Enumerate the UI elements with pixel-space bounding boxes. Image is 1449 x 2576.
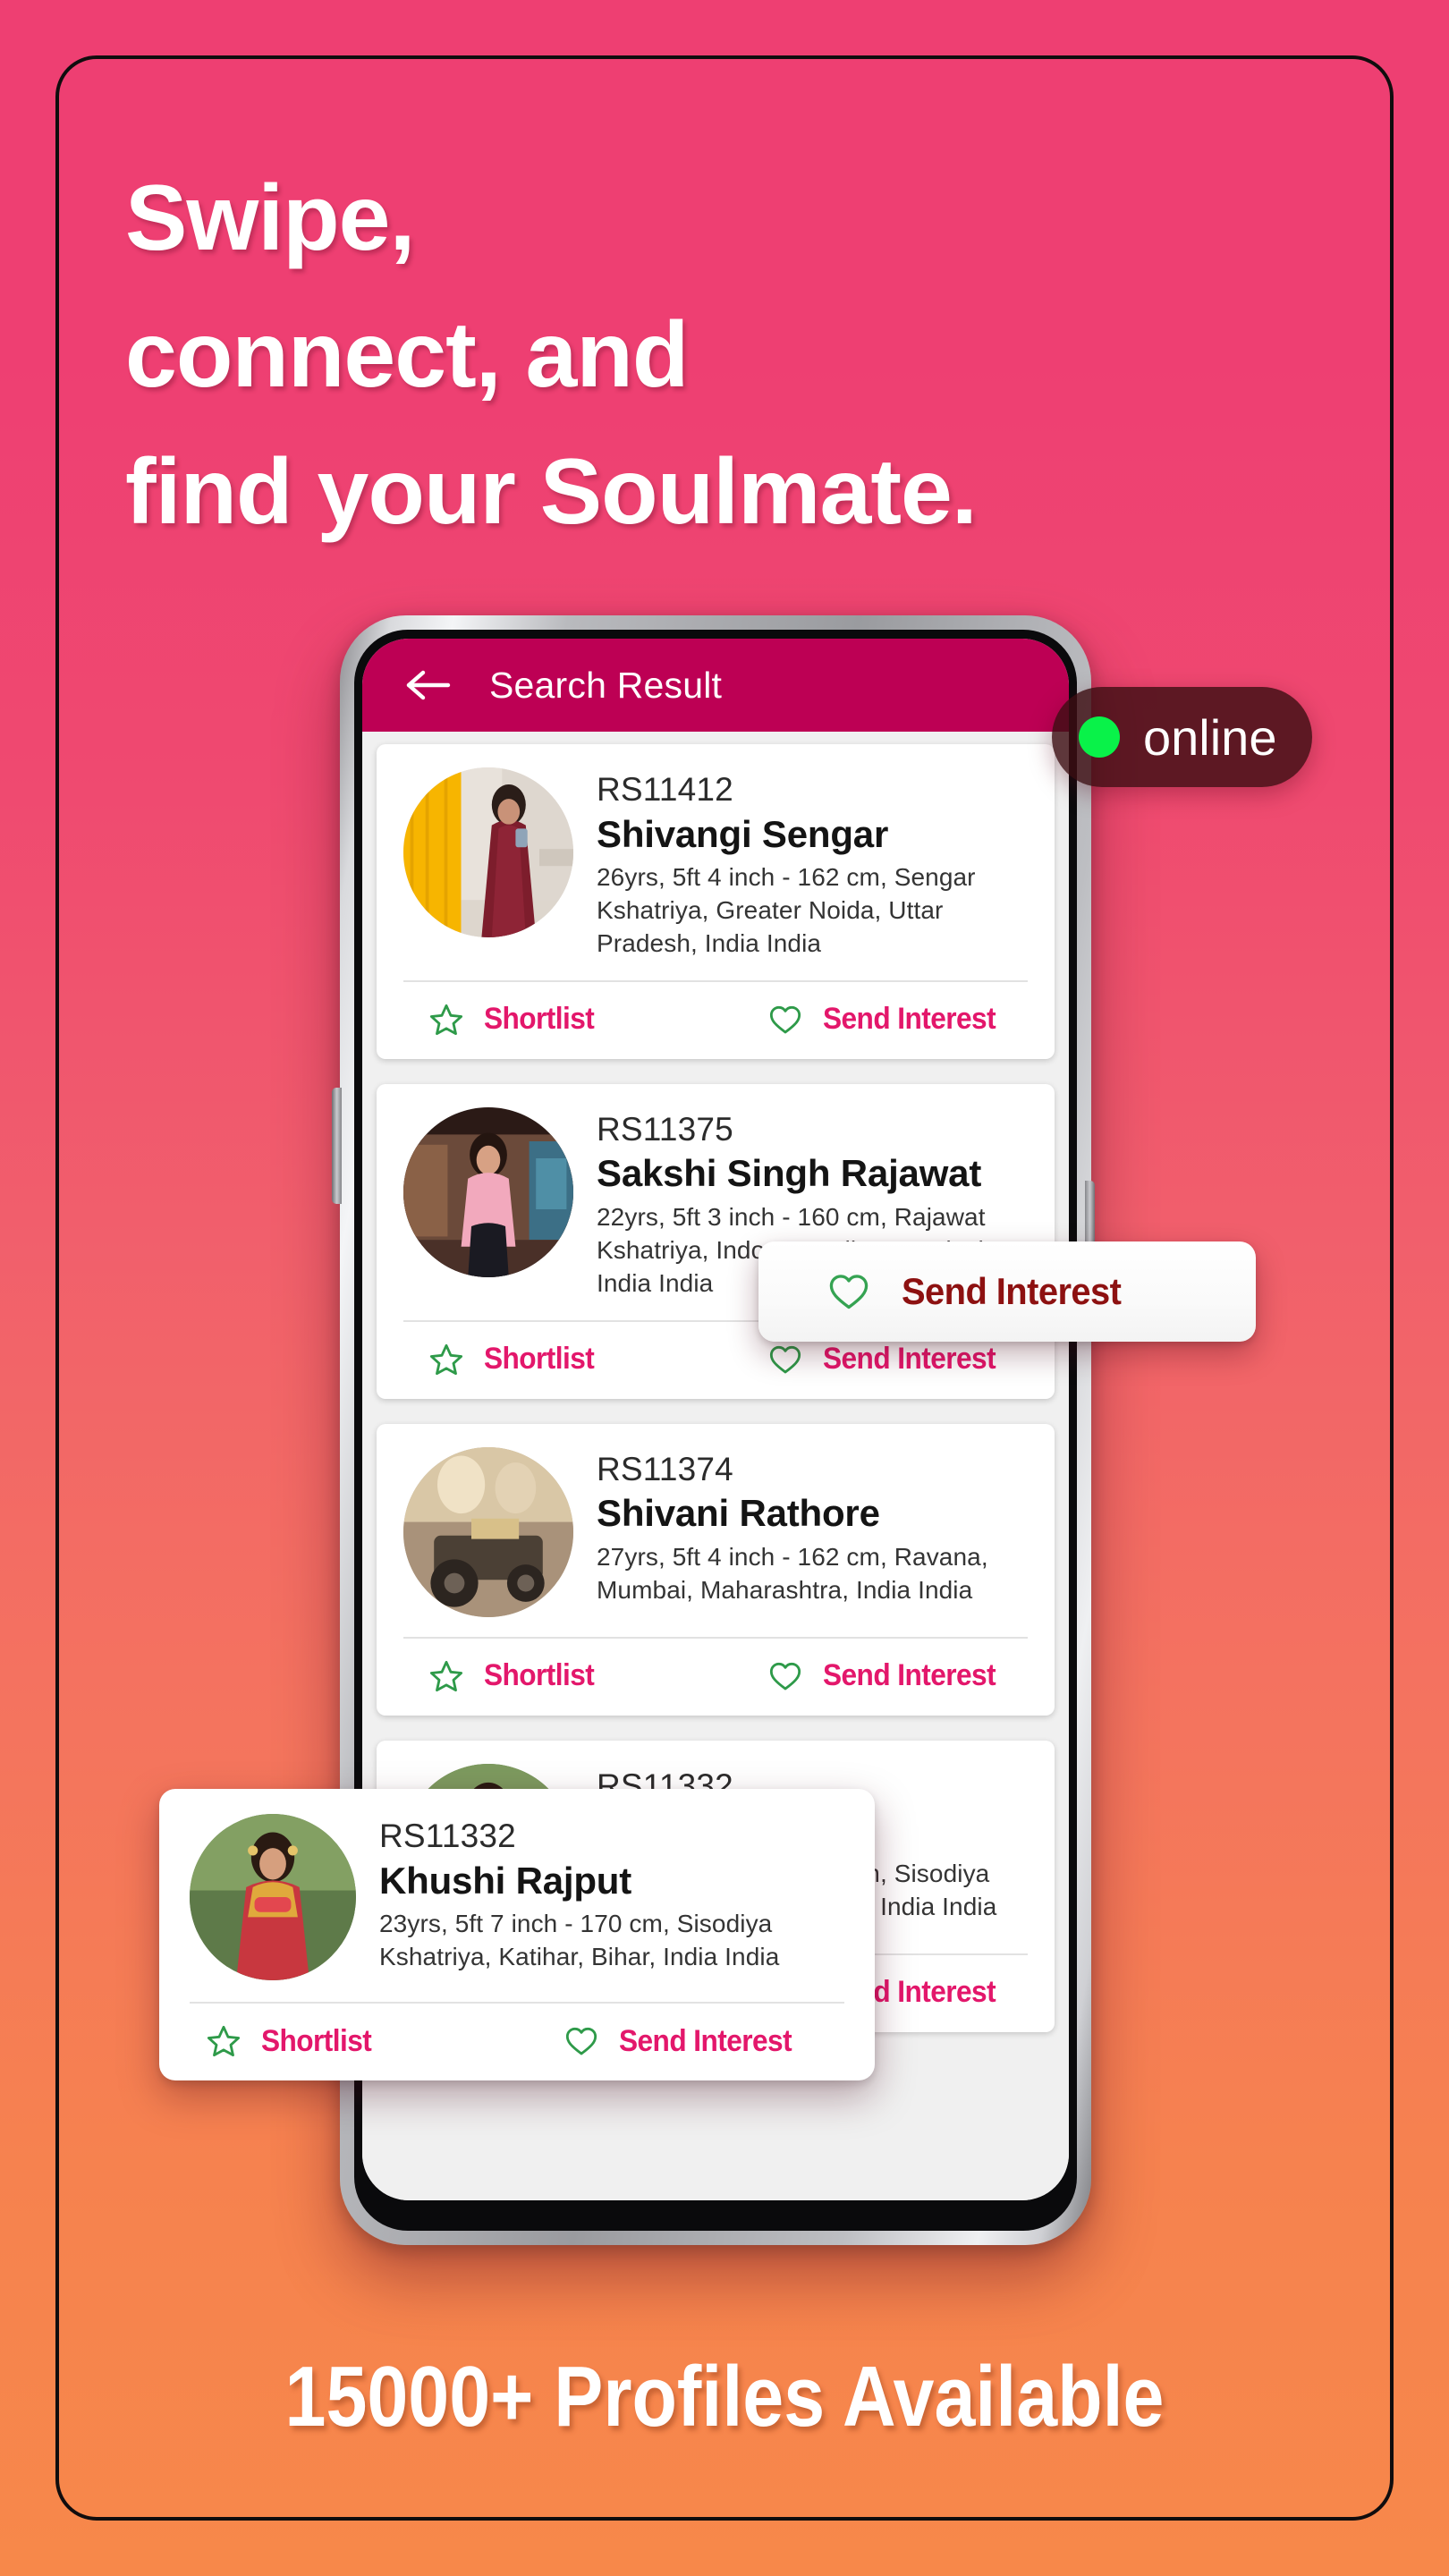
- app-bar-title: Search Result: [489, 664, 723, 706]
- shortlist-button[interactable]: Shortlist: [159, 2023, 517, 2059]
- profile-photo-shivani-rathore[interactable]: [403, 1446, 573, 1617]
- page-title: Swipe, connect, and find your Soulmate.: [125, 150, 1288, 561]
- heart-outline-icon: [564, 2023, 599, 2059]
- volume-button[interactable]: [332, 1088, 342, 1204]
- profile-name: Shivani Rathore: [597, 1492, 880, 1535]
- shortlist-label: Shortlist: [261, 2023, 372, 2058]
- profile-code: RS11374: [597, 1450, 733, 1487]
- profile-card-actions: Shortlist Send Interest: [159, 2004, 875, 2080]
- profile-details: 26yrs, 5ft 4 inch - 162 cm, Sengar Kshat…: [597, 862, 976, 957]
- send-interest-label: Send Interest: [823, 1658, 996, 1693]
- profile-info: RS11332 Khushi Rajput 23yrs, 5ft 7 inch …: [379, 1814, 844, 1980]
- send-interest-button[interactable]: Send Interest: [716, 1658, 1055, 1694]
- heart-outline-icon: [767, 1658, 803, 1694]
- profile-photo-shivangi-sengar[interactable]: [403, 767, 573, 937]
- send-interest-label: Send Interest: [619, 2023, 792, 2058]
- star-outline-icon: [428, 1658, 464, 1694]
- status-badge: online: [1052, 687, 1313, 787]
- star-outline-icon: [428, 1342, 464, 1377]
- send-interest-label: Send Interest: [823, 1342, 996, 1377]
- profile-card-top: RS11374 Shivani Rathore 27yrs, 5ft 4 inc…: [377, 1446, 1055, 1637]
- profile-card-actions: Shortlist Send Interest: [377, 982, 1055, 1059]
- star-outline-icon: [428, 1002, 464, 1038]
- floating-send-interest-button[interactable]: Send Interest: [758, 1241, 1256, 1342]
- send-interest-label: Send Interest: [823, 1002, 996, 1037]
- profile-info: RS11412 Shivangi Sengar 26yrs, 5ft 4 inc…: [597, 767, 1028, 961]
- profile-card-top: RS11332 Khushi Rajput 23yrs, 5ft 7 inch …: [159, 1814, 875, 2002]
- shortlist-label: Shortlist: [484, 1342, 595, 1377]
- send-interest-button[interactable]: Send Interest: [517, 2023, 875, 2059]
- profile-details: 23yrs, 5ft 7 inch - 170 cm, Sisodiya Ksh…: [379, 1909, 780, 1970]
- send-interest-button[interactable]: Send Interest: [716, 1342, 1055, 1377]
- star-outline-icon: [206, 2023, 242, 2059]
- profile-code: RS11412: [597, 771, 733, 808]
- headline-line-1: Swipe,: [125, 166, 415, 270]
- send-interest-button[interactable]: Send Interest: [716, 1002, 1055, 1038]
- status-dot-icon: [1079, 716, 1120, 758]
- profile-info: RS11374 Shivani Rathore 27yrs, 5ft 4 inc…: [597, 1447, 1028, 1617]
- profile-photo-sakshi-singh-rajawat[interactable]: [403, 1106, 573, 1277]
- headline-line-3: find your Soulmate.: [125, 439, 978, 544]
- profile-details: 27yrs, 5ft 4 inch - 162 cm, Ravana, Mumb…: [597, 1542, 988, 1604]
- shortlist-button[interactable]: Shortlist: [377, 1342, 716, 1377]
- profile-card[interactable]: RS11412 Shivangi Sengar 26yrs, 5ft 4 inc…: [377, 744, 1055, 1059]
- promo-poster: Swipe, connect, and find your Soulmate. …: [0, 0, 1449, 2576]
- profile-card[interactable]: RS11374 Shivani Rathore 27yrs, 5ft 4 inc…: [377, 1423, 1055, 1716]
- profile-name: Sakshi Singh Rajawat: [597, 1152, 982, 1195]
- shortlist-label: Shortlist: [484, 1658, 595, 1693]
- bottom-headline: 15000+ Profiles Available: [284, 2349, 1165, 2445]
- floating-profile-card[interactable]: RS11332 Khushi Rajput 23yrs, 5ft 7 inch …: [159, 1789, 875, 2080]
- headline-line-2: connect, and: [125, 302, 689, 407]
- shortlist-button[interactable]: Shortlist: [377, 1002, 716, 1038]
- profile-card-actions: Shortlist Send Interest: [377, 1639, 1055, 1716]
- heart-outline-icon: [767, 1002, 803, 1038]
- status-badge-label: online: [1143, 708, 1277, 766]
- app-bar: Search Result: [362, 639, 1069, 732]
- profile-photo-khushi-rajput[interactable]: [190, 1814, 356, 1980]
- profile-name: Khushi Rajput: [379, 1859, 632, 1902]
- profile-code: RS11375: [597, 1110, 733, 1148]
- heart-outline-icon: [826, 1269, 871, 1314]
- heart-outline-icon: [767, 1342, 803, 1377]
- profile-card-top: RS11412 Shivangi Sengar 26yrs, 5ft 4 inc…: [377, 767, 1055, 980]
- back-arrow-icon[interactable]: [403, 667, 453, 703]
- floating-send-interest-label: Send Interest: [902, 1270, 1122, 1312]
- shortlist-button[interactable]: Shortlist: [377, 1658, 716, 1694]
- shortlist-label: Shortlist: [484, 1002, 595, 1037]
- profile-code: RS11332: [379, 1818, 516, 1854]
- profile-name: Shivangi Sengar: [597, 812, 889, 855]
